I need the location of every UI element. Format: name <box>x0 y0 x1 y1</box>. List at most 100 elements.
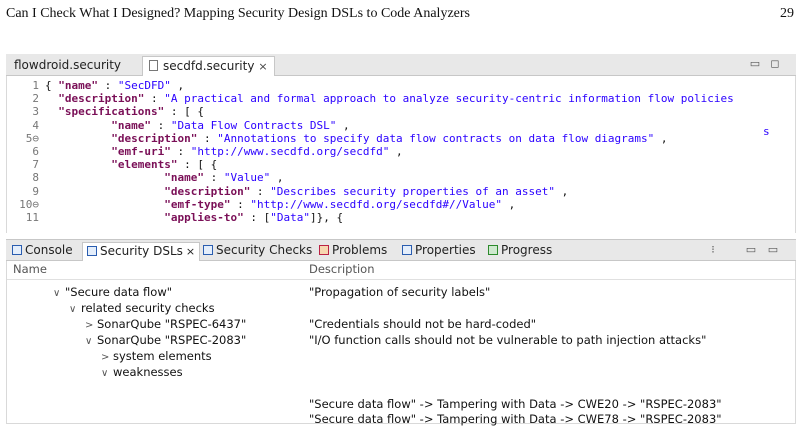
code-token: "name" <box>164 171 204 185</box>
paper-title: Can I Check What I Designed? Mapping Sec… <box>6 6 470 21</box>
chevron-down-icon[interactable]: ∨ <box>69 302 81 318</box>
code-token: "name" <box>58 79 98 92</box>
line-number: 8 <box>32 171 39 185</box>
line-number: 4 <box>32 118 39 132</box>
code-token: "emf-uri" <box>111 145 171 158</box>
code-token: : <box>98 79 118 92</box>
close-icon[interactable]: × <box>258 60 267 73</box>
code-token: : [ { <box>177 158 218 172</box>
minimize-icon[interactable]: ▭ <box>748 57 762 70</box>
tab-problems[interactable]: Problems <box>315 242 391 261</box>
line-number: 10⊖ <box>19 197 39 211</box>
column-header-description[interactable]: Description <box>309 261 375 279</box>
tab-progress[interactable]: Progress <box>484 242 556 261</box>
code-token: "Data Flow Contracts DSL" <box>170 118 337 132</box>
code-overflow-text: s <box>763 125 770 138</box>
line-number: 3 <box>32 105 39 119</box>
tab-label: Console <box>25 243 73 257</box>
close-icon[interactable]: × <box>186 245 195 258</box>
tab-label: Security Checks <box>216 243 313 257</box>
tab-label: Problems <box>332 243 388 257</box>
code-token: , <box>554 184 569 198</box>
code-token: , <box>336 118 350 132</box>
code-text: "description" : "Annotations to specify … <box>45 131 668 145</box>
security-dsl-tree: Name Description ∨ "Secure data flow" "Pro… <box>6 261 796 426</box>
chevron-down-icon[interactable]: ∨ <box>85 334 97 350</box>
code-token: , <box>502 197 516 211</box>
tab-flowdroid-security[interactable]: flowdroid.security <box>8 56 127 76</box>
code-token: , <box>270 171 284 185</box>
tree-row-label: related security checks <box>81 301 215 315</box>
tab-security-dsls[interactable]: Security DSLs × <box>82 242 201 261</box>
problems-icon <box>319 245 329 255</box>
restore-icon[interactable]: ▭ <box>766 243 780 256</box>
tab-properties[interactable]: Properties <box>398 242 480 261</box>
tree-row[interactable]: ∨ related security checks <box>69 300 215 316</box>
tree-row-label: "Secure data flow" <box>65 285 173 299</box>
code-token: "description" <box>164 184 251 198</box>
code-token: "Annotations to specify data flow contra… <box>217 131 655 145</box>
tree-row[interactable]: > SonarQube "RSPEC-6437" <box>85 316 246 332</box>
code-text: "emf-uri" : "http://www.secdfd.org/secdf… <box>45 145 403 158</box>
code-text: "description" : "Describes security prop… <box>45 185 568 198</box>
code-editor[interactable]: 1 { "name" : "SecDFD" , 2 "description" : … <box>6 76 796 233</box>
line-number: 2 <box>32 92 39 106</box>
weakness-path: "Secure data flow" -> Tampering with Dat… <box>309 412 722 426</box>
minimize-icon[interactable]: ▭ <box>744 243 758 256</box>
code-token: { <box>45 79 59 92</box>
weakness-path: "Secure data flow" -> Tampering with Dat… <box>309 397 722 411</box>
code-text: "applies-to" : ["Data"]}, { <box>45 211 343 224</box>
line-number: 5⊖ <box>25 131 39 145</box>
code-token: "http://www.secdfd.org/secdfd#//Value" <box>250 197 502 211</box>
tab-label: Progress <box>501 243 553 257</box>
code-token: : <box>230 197 251 211</box>
code-text: "description" : "A practical and formal … <box>45 92 734 105</box>
column-header-name[interactable]: Name <box>13 261 47 279</box>
code-token: "applies-to" <box>164 211 244 224</box>
line-number: 1 <box>32 79 39 92</box>
code-token: : <box>250 184 271 198</box>
page-header: Can I Check What I Designed? Mapping Sec… <box>6 4 794 24</box>
code-token: : <box>150 118 171 132</box>
maximize-icon[interactable]: ◻ <box>768 57 782 70</box>
header-divider <box>7 279 795 280</box>
line-number: 9 <box>32 184 39 198</box>
code-text: "name" : "Data Flow Contracts DSL" , <box>45 118 350 132</box>
tab-security-checks[interactable]: Security Checks <box>199 242 316 261</box>
code-token: , <box>389 145 403 158</box>
code-text: "specifications" : [ { <box>45 105 204 118</box>
code-token: , <box>170 79 185 92</box>
code-token: : <box>170 145 191 158</box>
code-token: "elements" <box>111 158 178 172</box>
console-icon <box>12 245 22 255</box>
chevron-down-icon[interactable]: ∨ <box>53 286 65 302</box>
tab-label: Properties <box>415 243 476 257</box>
tree-row[interactable]: ∨ SonarQube "RSPEC-2083" <box>85 332 246 348</box>
tree-row[interactable]: ∨ "Secure data flow" <box>53 284 172 300</box>
code-text: { "name" : "SecDFD" , <box>45 79 184 92</box>
code-token: "emf-type" <box>164 197 231 211</box>
tree-row[interactable]: ∨ weaknesses <box>101 364 183 380</box>
tree-row-description: "I/O function calls should not be vulner… <box>309 333 707 347</box>
code-token: "description" <box>111 131 198 145</box>
tree-row-description: "Propagation of security labels" <box>309 285 491 299</box>
code-token: , <box>654 131 668 145</box>
tree-row[interactable]: > system elements <box>101 348 212 364</box>
properties-icon <box>402 245 412 255</box>
chevron-down-icon[interactable]: ∨ <box>101 366 113 382</box>
code-token: : [ { <box>164 105 204 119</box>
tab-secdfd-security[interactable]: secdfd.security × <box>142 56 275 76</box>
line-number: 11 <box>25 211 39 224</box>
line-number: 7 <box>32 158 39 172</box>
tree-row-description: "Credentials should not be hard-coded" <box>309 317 537 331</box>
tab-console[interactable]: Console <box>8 242 77 261</box>
view-menu-icon[interactable]: ⁝ <box>706 243 720 256</box>
page-number: 29 <box>780 6 794 21</box>
code-token: : [ <box>243 211 271 224</box>
